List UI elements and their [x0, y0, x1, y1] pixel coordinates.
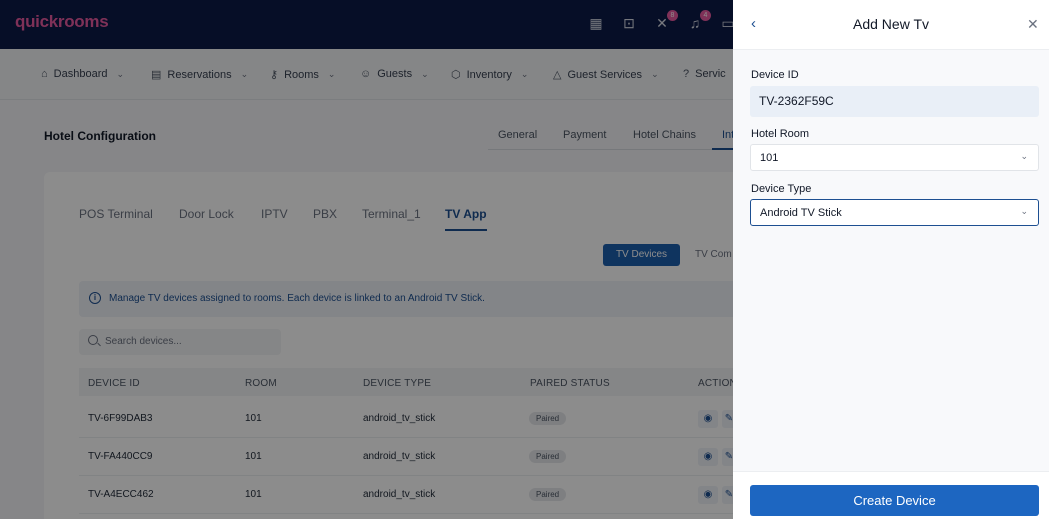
add-tv-panel: ‹ Add New Tv ✕ Device ID TV-2362F59C Hot…	[733, 0, 1049, 519]
create-device-button[interactable]: Create Device	[750, 485, 1039, 516]
chevron-down-icon: ⌄	[1020, 151, 1028, 161]
hotel-room-value: 101	[760, 152, 779, 164]
device-type-value: Android TV Stick	[760, 207, 842, 219]
panel-footer: Create Device	[733, 471, 1049, 519]
hotel-room-label: Hotel Room	[751, 128, 810, 140]
device-id-field: TV-2362F59C	[750, 86, 1039, 117]
close-icon[interactable]: ✕	[1027, 16, 1039, 33]
chevron-down-icon: ⌄	[1020, 206, 1028, 216]
panel-title: Add New Tv	[853, 16, 929, 32]
device-type-select[interactable]: Android TV Stick ⌄	[750, 199, 1039, 226]
panel-form: Device ID TV-2362F59C Hotel Room 101 ⌄ D…	[733, 50, 1049, 471]
modal-backdrop[interactable]	[0, 0, 733, 519]
device-type-label: Device Type	[751, 183, 812, 195]
hotel-room-select[interactable]: 101 ⌄	[750, 144, 1039, 171]
panel-header: ‹ Add New Tv ✕	[733, 0, 1049, 50]
device-id-label: Device ID	[751, 69, 799, 81]
